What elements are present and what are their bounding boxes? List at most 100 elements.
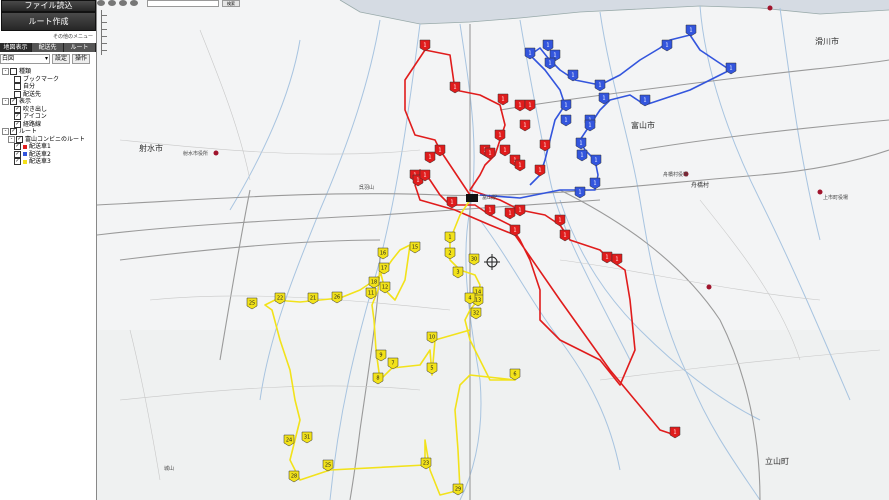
tab-route[interactable]: ルート (64, 43, 96, 52)
svg-text:1: 1 (501, 97, 504, 103)
settings-button[interactable]: 設定 (52, 54, 71, 64)
tree-expander-icon[interactable]: - (2, 98, 9, 106)
tree-checkbox[interactable] (14, 75, 21, 83)
tree-checkbox[interactable]: ✓ (14, 120, 21, 128)
blue-route-pin[interactable]: 1 (567, 69, 579, 82)
tree-item[interactable]: 配送先 (2, 91, 96, 99)
blue-route-pin[interactable]: 1 (594, 79, 606, 92)
red-route-pin[interactable]: 1 (601, 251, 613, 264)
yellow-route-pin[interactable]: 1 (444, 231, 456, 244)
tree-item[interactable]: ✓ 経路線 (2, 121, 96, 129)
tree-item[interactable]: - ✓ 富山コンビニのルート (2, 136, 96, 144)
yellow-route-pin[interactable]: 2 (444, 247, 456, 260)
yellow-route-pin[interactable]: 25 (246, 297, 258, 310)
red-route-pin[interactable]: 1 (499, 144, 511, 157)
red-route-pin[interactable]: 1 (446, 196, 458, 209)
map-view[interactable]: 1111111111111111111111111111111111111111… (97, 0, 889, 500)
operations-button[interactable]: 操作 (72, 54, 91, 64)
svg-text:1: 1 (689, 28, 692, 34)
tree-checkbox[interactable]: ✓ (14, 158, 21, 166)
other-menu-link[interactable]: その他のメニュー (53, 33, 93, 40)
tree-checkbox[interactable]: ✓ (14, 113, 21, 121)
svg-text:26: 26 (334, 295, 340, 301)
blue-route-pin[interactable]: 1 (590, 154, 602, 167)
yellow-route-pin[interactable]: 26 (331, 291, 343, 304)
red-route-pin[interactable]: 1 (514, 159, 526, 172)
address-search-input[interactable] (147, 0, 219, 7)
red-route-pin[interactable]: 1 (534, 164, 546, 177)
blue-route-pin[interactable]: 1 (576, 149, 588, 162)
tree-item[interactable]: ✓ アイコン (2, 113, 96, 121)
red-route-pin[interactable]: 1 (504, 207, 516, 220)
blue-route-pin[interactable]: 1 (542, 39, 554, 52)
zoom-slider[interactable] (101, 10, 110, 55)
magnifier-icon[interactable] (130, 0, 138, 6)
route-create-button[interactable]: ルート作成 (1, 12, 96, 31)
tree-checkbox[interactable] (10, 68, 17, 76)
tree-checkbox[interactable] (14, 83, 21, 91)
red-route-pin[interactable]: 1 (419, 39, 431, 52)
place-label-mountain: 城山 (164, 466, 175, 472)
yellow-route-pin[interactable]: 32 (470, 307, 482, 320)
tree-checkbox[interactable]: ✓ (14, 150, 21, 158)
yellow-route-pin[interactable]: 12 (379, 281, 391, 294)
tree-checkbox[interactable]: ✓ (14, 105, 21, 113)
blue-route-pin[interactable]: 1 (574, 186, 586, 199)
yellow-route-pin[interactable]: 21 (307, 292, 319, 305)
tree-expander-icon[interactable]: - (2, 128, 9, 136)
tree-checkbox[interactable]: ✓ (16, 135, 23, 143)
crosshair-icon (484, 254, 500, 270)
tree-item[interactable]: 自分 (2, 83, 96, 91)
file-read-button[interactable]: ファイル読込 (1, 0, 96, 12)
red-route-pin[interactable]: 1 (524, 99, 536, 112)
layer-tree: - 種類 ブックマーク 自分 配送先 - ✓ 表示 ✓ 吹き出し ✓ アイコン ✓ 経路線 - ✓ ルート - ✓ 富… (2, 68, 96, 166)
red-route-pin[interactable]: 1 (514, 99, 526, 112)
tree-expander-icon[interactable]: - (8, 135, 15, 143)
refresh-icon[interactable] (119, 0, 127, 6)
red-route-pin[interactable]: 1 (611, 253, 623, 266)
blue-route-pin[interactable]: 1 (544, 57, 556, 70)
yellow-route-pin[interactable]: 18 (368, 276, 380, 289)
tree-item[interactable]: - ✓ ルート (2, 128, 96, 136)
svg-text:1: 1 (528, 103, 531, 109)
red-route-pin[interactable]: 1 (484, 204, 496, 217)
red-route-pin[interactable]: 1 (497, 93, 509, 106)
svg-text:1: 1 (553, 53, 556, 59)
blue-route-pin[interactable]: 1 (725, 62, 737, 75)
red-route-pin[interactable]: 1 (519, 119, 531, 132)
red-route-pin[interactable]: 1 (514, 204, 526, 217)
search-button[interactable]: 検索 (222, 0, 240, 7)
tab-map-display[interactable]: 地図表示 (0, 43, 32, 52)
tab-destinations[interactable]: 配送先 (32, 43, 64, 52)
map-canvas[interactable]: 1111 1111 1111111111 1 11111 1111111111111111… (97, 0, 889, 500)
tree-item[interactable]: ✓ 配送車3 (2, 158, 96, 166)
blue-route-pin[interactable]: 1 (560, 114, 572, 127)
svg-text:1: 1 (450, 200, 453, 206)
tree-item[interactable]: ✓ 配送車2 (2, 151, 96, 159)
red-route-pin[interactable]: 1 (494, 129, 506, 142)
blue-route-pin[interactable]: 1 (685, 24, 697, 37)
back-icon[interactable] (97, 0, 105, 6)
tree-item[interactable]: - 種類 (2, 68, 96, 76)
tree-item[interactable]: ✓ 配送車1 (2, 143, 96, 151)
blue-route-pin[interactable]: 1 (589, 177, 601, 190)
red-route-pin[interactable]: 1 (539, 139, 551, 152)
tree-item[interactable]: ブックマーク (2, 76, 96, 84)
tree-checkbox[interactable]: ✓ (10, 128, 17, 136)
red-route-pin[interactable]: 1 (559, 229, 571, 242)
svg-text:1: 1 (513, 228, 516, 234)
map-type-select[interactable]: 白図 ▾ (0, 54, 50, 64)
map-type-value: 白図 (2, 55, 15, 62)
tree-checkbox[interactable]: ✓ (14, 143, 21, 151)
tree-checkbox[interactable]: ✓ (10, 98, 17, 106)
blue-route-pin[interactable]: 1 (661, 39, 673, 52)
tree-expander-icon[interactable]: - (2, 68, 9, 76)
yellow-route-pin[interactable]: 15 (409, 241, 421, 254)
yellow-route-pin[interactable]: 22 (274, 292, 286, 305)
yellow-route-pin[interactable]: 3 (452, 266, 464, 279)
tree-checkbox[interactable] (14, 90, 21, 98)
tree-item[interactable]: ✓ 吹き出し (2, 106, 96, 114)
red-route-pin[interactable]: 1 (424, 151, 436, 164)
forward-icon[interactable] (108, 0, 116, 6)
tree-item[interactable]: - ✓ 表示 (2, 98, 96, 106)
